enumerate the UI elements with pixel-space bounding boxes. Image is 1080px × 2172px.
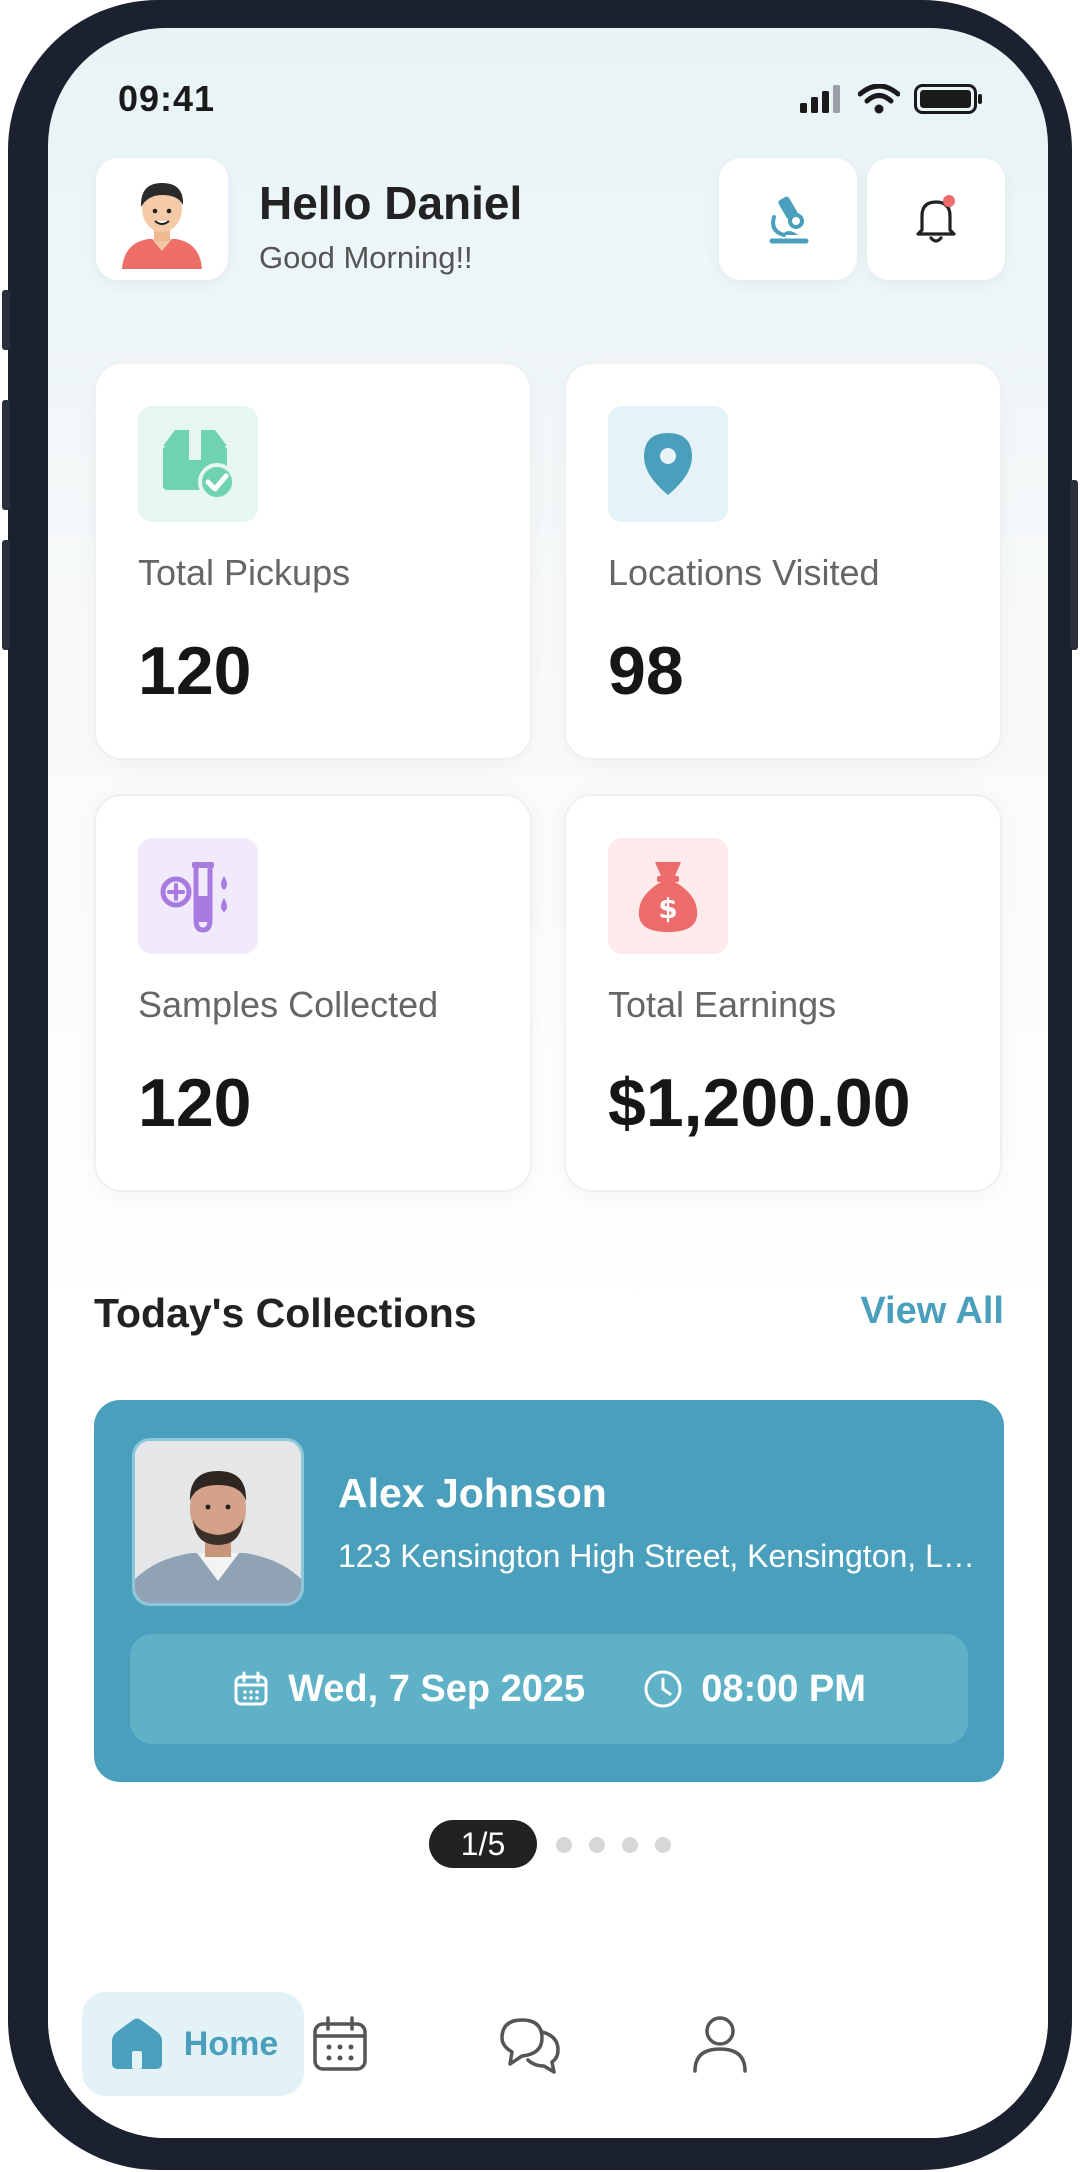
money-bag-icon: $ bbox=[638, 862, 698, 932]
app-screen: 09:41 Hello Daniel Good Morning!! Total … bbox=[48, 28, 1048, 2138]
tab-messages[interactable] bbox=[498, 2012, 562, 2076]
calendar-icon bbox=[234, 1671, 268, 1706]
greeting-title: Hello Daniel bbox=[259, 177, 523, 229]
package-check-icon bbox=[163, 430, 236, 501]
stat-card-samples-collected[interactable]: Samples Collected 120 bbox=[94, 794, 532, 1192]
power-button bbox=[1070, 480, 1078, 650]
phone-frame: 09:41 Hello Daniel Good Morning!! Total … bbox=[2, 0, 1078, 2170]
pager-dot[interactable] bbox=[556, 1837, 572, 1853]
appointment-date: Wed, 7 Sep 2025 bbox=[232, 1668, 585, 1711]
pager-dot[interactable] bbox=[655, 1837, 671, 1853]
patient-name: Alex Johnson bbox=[338, 1470, 607, 1516]
battery-icon bbox=[914, 84, 982, 114]
stat-label: Locations Visited bbox=[608, 552, 880, 593]
pager-dot[interactable] bbox=[622, 1837, 638, 1853]
avatar-illustration bbox=[122, 183, 202, 269]
stat-icon-box bbox=[138, 838, 258, 954]
wifi-icon bbox=[858, 84, 900, 114]
volume-up-button bbox=[2, 400, 10, 510]
stat-value: 120 bbox=[138, 1065, 252, 1141]
stat-value: 120 bbox=[138, 633, 252, 709]
calendar-icon bbox=[313, 2016, 367, 2071]
patient-portrait bbox=[135, 1441, 301, 1603]
stat-card-total-pickups[interactable]: Total Pickups 120 bbox=[94, 362, 532, 760]
mute-switch bbox=[2, 290, 10, 350]
tab-home[interactable]: Home bbox=[82, 1992, 304, 2096]
microscope-icon bbox=[769, 196, 809, 244]
stat-value: 98 bbox=[608, 633, 684, 709]
bottom-tab-bar: Home bbox=[48, 1932, 1048, 2138]
volume-down-button bbox=[2, 540, 10, 650]
clock-icon bbox=[644, 1670, 682, 1708]
carousel-pager: 1/5 bbox=[48, 1820, 1048, 1870]
appointment-date-text: Wed, 7 Sep 2025 bbox=[288, 1667, 586, 1710]
stat-label: Total Pickups bbox=[138, 552, 351, 593]
status-bar: 09:41 bbox=[48, 28, 1048, 148]
stat-card-locations-visited[interactable]: Locations Visited 98 bbox=[564, 362, 1002, 760]
tab-home-label: Home bbox=[183, 2024, 279, 2063]
notifications-button[interactable] bbox=[867, 158, 1005, 280]
user-icon bbox=[693, 2016, 747, 2073]
section-title: Today's Collections bbox=[94, 1290, 477, 1336]
tab-calendar[interactable] bbox=[308, 2012, 372, 2076]
appointment-time-text: 08:00 PM bbox=[701, 1667, 866, 1710]
pager-counter: 1/5 bbox=[429, 1820, 537, 1868]
pager-dot[interactable] bbox=[589, 1837, 605, 1853]
tab-profile[interactable] bbox=[688, 2012, 752, 2076]
stat-icon-box bbox=[608, 406, 728, 522]
appointment-schedule: Wed, 7 Sep 2025 08:00 PM bbox=[130, 1634, 968, 1744]
patient-photo bbox=[132, 1438, 304, 1606]
greeting-subtitle: Good Morning!! bbox=[259, 240, 473, 275]
status-time: 09:41 bbox=[118, 78, 216, 119]
view-all-link[interactable]: View All bbox=[860, 1290, 1004, 1333]
chat-icon bbox=[500, 2018, 560, 2074]
stat-icon-box: $ bbox=[608, 838, 728, 954]
bell-icon bbox=[916, 195, 956, 243]
stat-card-total-earnings[interactable]: $ Total Earnings $1,200.00 bbox=[564, 794, 1002, 1192]
stat-label: Samples Collected bbox=[138, 984, 439, 1025]
stat-label: Total Earnings bbox=[608, 984, 837, 1025]
appointment-time: 08:00 PM bbox=[643, 1668, 866, 1711]
patient-address: 123 Kensington High Street, Kensington, … bbox=[338, 1538, 978, 1574]
location-pin-icon bbox=[644, 433, 692, 495]
stat-value: $1,200.00 bbox=[608, 1065, 911, 1141]
status-icons bbox=[800, 84, 984, 114]
home-icon bbox=[111, 2018, 162, 2069]
signal-icon bbox=[800, 85, 840, 113]
avatar[interactable] bbox=[96, 158, 228, 280]
stat-icon-box bbox=[138, 406, 258, 522]
lab-button[interactable] bbox=[719, 158, 857, 280]
collection-card[interactable]: Alex Johnson 123 Kensington High Street,… bbox=[94, 1400, 1004, 1782]
app-header: Hello Daniel Good Morning!! bbox=[96, 158, 1005, 282]
svg-text:$: $ bbox=[658, 892, 677, 925]
test-tube-icon bbox=[160, 862, 227, 933]
